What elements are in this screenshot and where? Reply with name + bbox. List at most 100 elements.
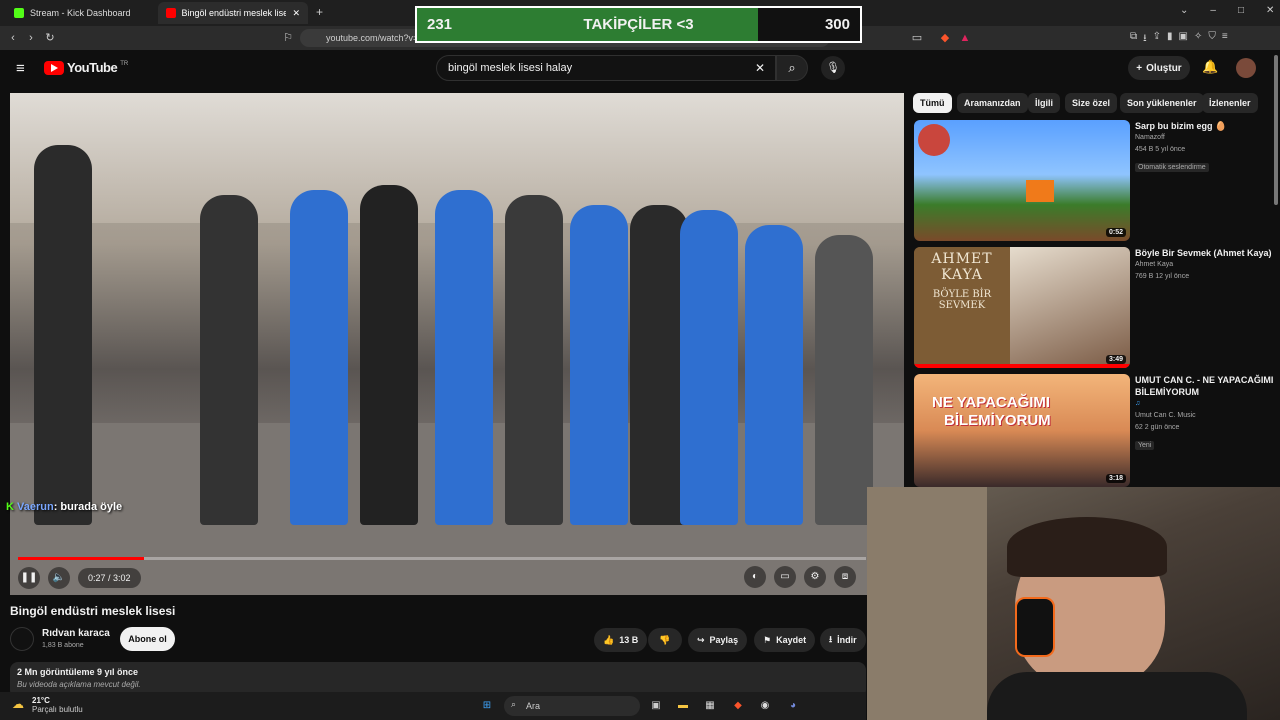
search-button[interactable]: ⌕ [776,55,808,81]
video-player[interactable] [10,93,904,595]
close-tab-icon[interactable]: ✕ [292,8,300,19]
download-button[interactable]: ⭳ İndir [820,628,866,652]
search-input[interactable]: bingöl meslek lisesi halay ✕ [436,55,776,81]
reload-icon[interactable]: ↻ [43,31,57,45]
chip-recently-uploaded[interactable]: Son yüklenenler [1120,93,1204,113]
close-window-icon[interactable]: ✕ [1266,5,1274,16]
taskbar-search[interactable]: ⌕ Ara [504,696,640,716]
extensions-area: ⧉ ⭳ ⇪ ▮ ▣ ✧ ⛉ ≡ [1130,31,1228,48]
recommendation-meta: 769 B 12 yıl önce [1135,273,1190,280]
vpn-icon[interactable]: ⛉ [1208,31,1216,48]
discord-icon[interactable]: ◕ [784,697,802,715]
album-cover-text-panel: AHMET KAYA BÖYLE BİR SEVMEK [914,247,1010,368]
share-label: Paylaş [709,635,739,645]
dancer [505,195,563,525]
thumb-text-line1: NE YAPACAĞIMI [932,394,1051,411]
obs-icon[interactable]: ◉ [756,697,774,715]
chip-related[interactable]: İlgili [1028,93,1060,113]
bookmark-save-icon: ⚑ [763,634,772,645]
weather-temperature[interactable]: 21°C [32,696,50,705]
recommendation-thumbnail[interactable]: AHMET KAYA BÖYLE BİR SEVMEK 3:49 [914,247,1130,368]
file-explorer-icon[interactable]: ▬ [674,697,692,715]
brave-browser-icon[interactable]: ◆ [729,697,747,715]
tab-youtube-video[interactable]: Bingöl endüstri meslek lisesi ✕ [158,2,308,24]
youtube-favicon-icon [166,8,176,18]
clear-search-icon[interactable]: ✕ [755,61,765,75]
wallet-icon[interactable]: ▣ [1179,31,1188,48]
microphone-icon: 🎙 [826,62,840,74]
dancer [745,225,803,525]
video-title: Bingöl endüstri meslek lisesi [10,604,176,618]
subscribe-button[interactable]: Abone ol [120,627,175,651]
search-icon: ⌕ [788,60,796,75]
chip-all[interactable]: Tümü [913,93,952,113]
dislike-button[interactable]: 👎 [648,628,682,652]
menu-icon[interactable]: ≡ [1222,31,1228,48]
download-arrow-icon: ⭳ [829,634,833,644]
share-icon[interactable]: ⇪ [1153,31,1161,48]
volume-icon[interactable]: 🔈 [48,567,70,589]
subtitles-icon[interactable]: ▭ [774,566,796,588]
miniplayer-icon[interactable]: ⧈ [834,566,856,588]
share-button[interactable]: ↪ Paylaş [688,628,748,652]
thumb-song-line2: SEVMEK [938,300,986,311]
new-tab-button[interactable]: + [316,5,323,19]
player-controls-right: ◐ ▭ ⚙ ⧈ [744,566,856,588]
extensions-icon[interactable]: ⧉ [1130,31,1137,48]
recommendation-info[interactable]: UMUT CAN C. - NE YAPACAĞIMI BİLEMİYORUM … [1135,374,1275,452]
chip-watched[interactable]: İzlenenler [1202,93,1258,113]
sidebar-icon[interactable]: ▮ [1167,31,1173,48]
pause-button[interactable]: ❚❚ [18,567,40,589]
recommendation-info[interactable]: Sarp bu bizim egg 🥚 Namazoff 454 B 5 yıl… [1135,120,1275,174]
recommendation-thumbnail[interactable]: NE YAPACAĞIMI BİLEMİYORUM 3:18 [914,374,1130,487]
recommendation-title: Böyle Bir Sevmek (Ahmet Kaya) [1135,248,1272,258]
recommendation-info[interactable]: Böyle Bir Sevmek (Ahmet Kaya) Ahmet Kaya… [1135,247,1275,283]
maximize-icon[interactable]: □ [1238,5,1244,16]
kick-icon: K [6,501,14,513]
search-query: bingöl meslek lisesi halay [448,62,573,74]
tab-search-icon[interactable]: ⌄ [1180,5,1188,16]
minimize-icon[interactable]: – [1210,5,1216,16]
create-button[interactable]: + Oluştur [1128,56,1190,80]
like-button[interactable]: 👍 13 B [594,628,648,652]
brave-shield-icon[interactable]: ◆ [938,31,952,45]
weather-condition[interactable]: Parçalı bulutlu [32,705,83,714]
streamer-hair [1007,517,1167,577]
plus-icon: + [1136,62,1143,74]
account-avatar[interactable] [1236,58,1256,78]
description-text: Bu videoda açıklama mevcut değil. [17,680,141,689]
channel-avatar[interactable] [10,627,34,651]
ai-icon[interactable]: ✧ [1194,31,1202,48]
recommendation-title: Sarp bu bizim egg 🥚 [1135,121,1227,131]
region-code: TR [120,60,129,67]
voice-search-button[interactable]: 🎙 [821,56,845,80]
logo-text: YouTube [67,60,118,75]
chip-from-search[interactable]: Aramanızdan [957,93,1028,113]
recommendation-thumbnail[interactable]: 0:52 [914,120,1130,241]
brave-rewards-icon[interactable]: ▲ [958,31,972,45]
back-icon[interactable]: ‹ [6,31,20,45]
dancer [570,205,628,525]
cast-icon[interactable]: ▭ [910,31,924,45]
windows-start-icon[interactable]: ⊞ [478,697,496,715]
chip-for-you[interactable]: Size özel [1065,93,1118,113]
autoplay-toggle[interactable]: ◐ [744,566,766,588]
video-duration: 3:49 [1105,355,1126,364]
bookmark-icon[interactable]: ⚐ [281,31,295,45]
youtube-logo[interactable]: YouTube TR [44,60,128,75]
hamburger-menu-icon[interactable]: ≡ [16,60,25,77]
store-icon[interactable]: ▦ [701,697,719,715]
thumb-artist-first: AHMET [931,251,993,267]
notifications-bell-icon[interactable]: 🔔 [1202,59,1218,75]
chat-text: : burada öyle [53,501,123,513]
search-icon: ⌕ [511,699,517,709]
task-view-icon[interactable]: ▣ [647,697,665,715]
tab-kick-dashboard[interactable]: Stream - Kick Dashboard [6,2,156,24]
settings-gear-icon[interactable]: ⚙ [804,566,826,588]
download-icon[interactable]: ⭳ [1143,31,1147,48]
save-button[interactable]: ⚑ Kaydet [754,628,816,652]
channel-name[interactable]: Rıdvan karaca [42,628,110,639]
video-progress-bar[interactable] [18,557,866,560]
thumbnail-block [1026,180,1054,202]
forward-icon[interactable]: › [24,31,38,45]
